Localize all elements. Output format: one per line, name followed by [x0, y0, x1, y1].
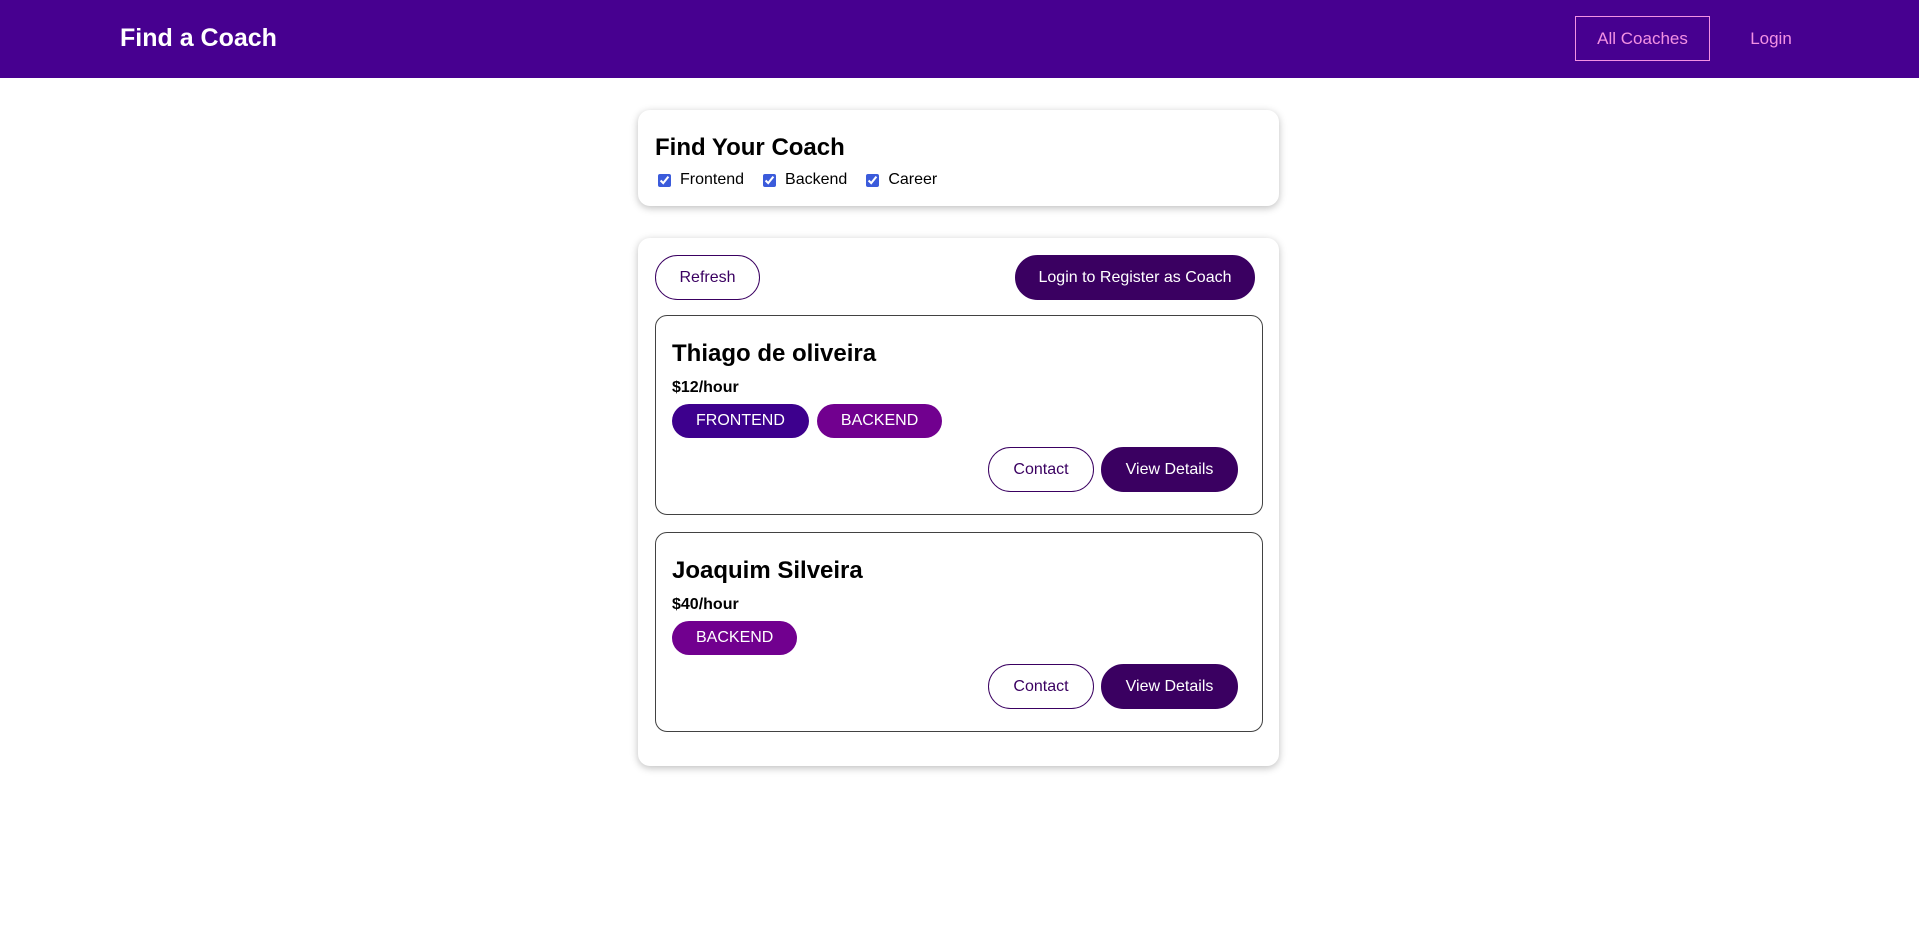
view-details-button[interactable]: View Details — [1101, 447, 1238, 492]
filter-option-frontend[interactable]: Frontend — [658, 170, 744, 190]
career-checkbox[interactable] — [866, 173, 880, 187]
contact-button[interactable]: Contact — [988, 447, 1094, 492]
filter-card: Find Your Coach Frontend Backend Career — [638, 110, 1279, 206]
frontend-checkbox[interactable] — [658, 173, 671, 187]
brand-link[interactable]: Find a Coach — [120, 23, 277, 53]
view-details-button[interactable]: View Details — [1101, 664, 1238, 709]
area-badges: FRONTEND BACKEND — [672, 404, 950, 438]
coach-list-card: Refresh Login to Register as Coach Thiag… — [638, 238, 1279, 766]
filter-option-label: Frontend — [680, 171, 745, 188]
coach-rate: $12/hour — [672, 379, 739, 396]
area-badges: BACKEND — [672, 621, 805, 655]
login-to-register-button[interactable]: Login to Register as Coach — [1015, 255, 1255, 300]
area-badge-frontend: FRONTEND — [672, 404, 809, 438]
nav-all-coaches[interactable]: All Coaches — [1575, 16, 1710, 61]
nav-login[interactable]: Login — [1741, 16, 1801, 61]
coach-rate: $40/hour — [672, 596, 739, 613]
coach-item: Joaquim Silveira $40/hour BACKEND Contac… — [655, 532, 1263, 732]
area-badge-backend: BACKEND — [816, 404, 943, 438]
coach-name: Joaquim Silveira — [672, 557, 863, 584]
filter-title: Find Your Coach — [655, 134, 845, 161]
coach-name: Thiago de oliveira — [672, 340, 877, 367]
filter-option-career[interactable]: Career — [866, 170, 937, 190]
filter-option-label: Backend — [785, 171, 848, 188]
coach-item: Thiago de oliveira $12/hour FRONTEND BAC… — [655, 315, 1263, 515]
area-badge-backend: BACKEND — [672, 621, 798, 655]
app-header: Find a Coach All Coaches Login — [0, 0, 1919, 78]
backend-checkbox[interactable] — [763, 173, 777, 187]
refresh-button[interactable]: Refresh — [655, 255, 760, 300]
filter-option-backend[interactable]: Backend — [763, 170, 847, 190]
filter-options: Frontend Backend Career — [658, 170, 956, 190]
filter-option-label: Career — [888, 171, 938, 188]
contact-button[interactable]: Contact — [988, 664, 1094, 709]
